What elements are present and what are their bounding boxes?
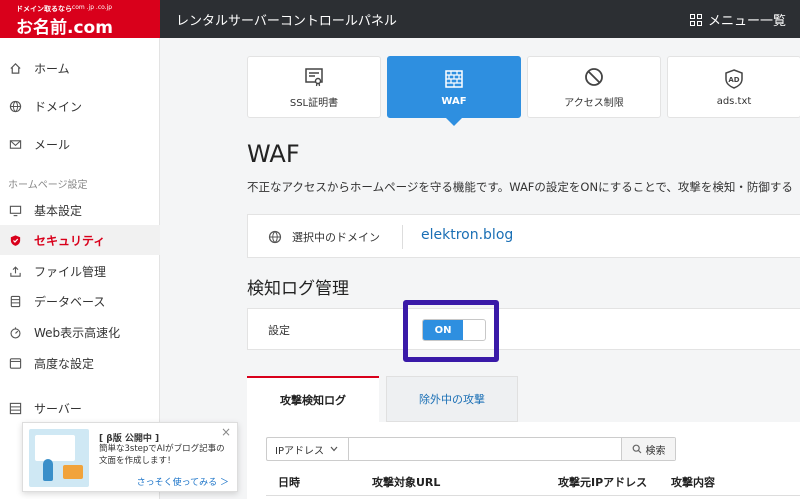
mail-icon bbox=[8, 137, 22, 151]
database-icon bbox=[8, 294, 22, 308]
sidebar-section-label: ホームページ設定 bbox=[8, 180, 88, 191]
main-content: SSL証明書 WAF アクセス制限 AD ads.txt WAF 不正なアクセス… bbox=[160, 38, 800, 499]
column-header-source-ip: 攻撃元IPアドレス bbox=[558, 476, 648, 489]
certificate-icon bbox=[305, 67, 323, 86]
sidebar-item-label: ドメイン bbox=[34, 99, 83, 114]
tile-label: ads.txt bbox=[716, 95, 752, 107]
prohibit-icon bbox=[585, 67, 603, 86]
globe-icon bbox=[268, 230, 282, 244]
svg-text:AD: AD bbox=[728, 76, 739, 84]
setting-panel: 設定 ON bbox=[247, 308, 800, 350]
page-description: 不正なアクセスからホームページを守る機能です。WAFの設定をONにすることで、攻… bbox=[247, 180, 793, 194]
tab-attack-log[interactable]: 攻撃検知ログ bbox=[247, 376, 379, 422]
sidebar-item-file-manager[interactable]: ファイル管理 bbox=[0, 256, 160, 286]
filter-field-select[interactable]: IPアドレス bbox=[267, 438, 349, 460]
search-icon bbox=[632, 444, 641, 454]
section-title: 検知ログ管理 bbox=[247, 279, 349, 299]
logo[interactable]: ドメイン取るなら .com .jp .co.jp お名前.com bbox=[0, 0, 160, 38]
selected-domain[interactable]: elektron.blog bbox=[421, 227, 513, 243]
sidebar-item-server[interactable]: サーバー bbox=[0, 393, 160, 423]
top-bar: ドメイン取るなら .com .jp .co.jp お名前.com レンタルサーバ… bbox=[0, 0, 800, 38]
log-filter: IPアドレス 検索 bbox=[266, 437, 676, 461]
promo-illustration bbox=[29, 429, 89, 487]
selected-domain-panel: 選択中のドメイン elektron.blog bbox=[247, 214, 800, 258]
filter-select-value: IPアドレス bbox=[275, 445, 324, 457]
column-header-target-url: 攻撃対象URL bbox=[372, 476, 441, 489]
sidebar-item-web-speed[interactable]: Web表示高速化 bbox=[0, 317, 160, 347]
toggle-highlight-box bbox=[403, 300, 499, 362]
tile-ssl[interactable]: SSL証明書 bbox=[247, 56, 381, 118]
search-input[interactable] bbox=[351, 438, 621, 460]
divider bbox=[402, 225, 403, 249]
divider bbox=[266, 495, 800, 496]
sidebar-item-label: 高度な設定 bbox=[34, 356, 95, 371]
column-header-datetime: 日時 bbox=[278, 476, 300, 489]
tile-ads-txt[interactable]: AD ads.txt bbox=[667, 56, 800, 118]
sidebar-item-mail[interactable]: メール bbox=[0, 129, 160, 159]
sidebar-item-label: メール bbox=[34, 137, 71, 152]
sidebar-item-label: ホーム bbox=[34, 61, 70, 76]
setting-label: 設定 bbox=[268, 324, 290, 337]
sidebar-item-advanced[interactable]: 高度な設定 bbox=[0, 348, 160, 378]
tile-label: SSL証明書 bbox=[289, 97, 339, 109]
server-icon bbox=[8, 401, 22, 415]
shield-icon bbox=[8, 233, 22, 247]
column-header-attack-type: 攻撃内容 bbox=[671, 476, 715, 489]
domain-label: 選択中のドメイン bbox=[292, 231, 380, 244]
chevron-down-icon bbox=[330, 446, 338, 452]
search-button-label: 検索 bbox=[645, 445, 666, 457]
page-title: WAF bbox=[247, 140, 300, 168]
tab-excluded-attacks[interactable]: 除外中の攻撃 bbox=[386, 376, 518, 422]
globe-icon bbox=[8, 99, 22, 113]
sidebar-item-label: 基本設定 bbox=[34, 203, 83, 218]
sidebar-item-label: セキュリティ bbox=[34, 233, 106, 248]
window-icon bbox=[8, 356, 22, 370]
sidebar-item-label: Web表示高速化 bbox=[34, 325, 121, 340]
sidebar-item-label: サーバー bbox=[34, 401, 82, 416]
upload-icon bbox=[8, 264, 22, 278]
sidebar-item-domain[interactable]: ドメイン bbox=[0, 91, 160, 121]
app-title: レンタルサーバーコントロールパネル bbox=[176, 14, 397, 29]
monitor-icon bbox=[8, 203, 22, 217]
grid-icon bbox=[689, 13, 702, 26]
logo-domains: .com .jp .co.jp bbox=[70, 4, 113, 11]
sidebar-item-database[interactable]: データベース bbox=[0, 286, 160, 316]
search-button[interactable]: 検索 bbox=[621, 438, 675, 460]
tile-access-restriction[interactable]: アクセス制限 bbox=[527, 56, 661, 118]
sidebar-item-home[interactable]: ホーム bbox=[0, 53, 160, 83]
logo-text: お名前.com bbox=[16, 18, 113, 38]
firewall-icon bbox=[445, 69, 463, 88]
sidebar-item-label: ファイル管理 bbox=[34, 264, 107, 279]
menu-all-label: メニュー一覧 bbox=[707, 14, 786, 29]
tile-label: WAF bbox=[441, 95, 467, 107]
sidebar-item-security[interactable]: セキュリティ bbox=[0, 225, 160, 255]
menu-all-button[interactable]: メニュー一覧 bbox=[689, 10, 786, 29]
speed-icon bbox=[8, 325, 22, 339]
home-icon bbox=[8, 61, 22, 75]
tile-waf[interactable]: WAF bbox=[387, 56, 521, 126]
sidebar-item-label: データベース bbox=[34, 294, 106, 309]
ad-shield-icon: AD bbox=[725, 68, 743, 89]
tile-label: アクセス制限 bbox=[564, 97, 624, 109]
sidebar-item-basic-settings[interactable]: 基本設定 bbox=[0, 195, 160, 225]
